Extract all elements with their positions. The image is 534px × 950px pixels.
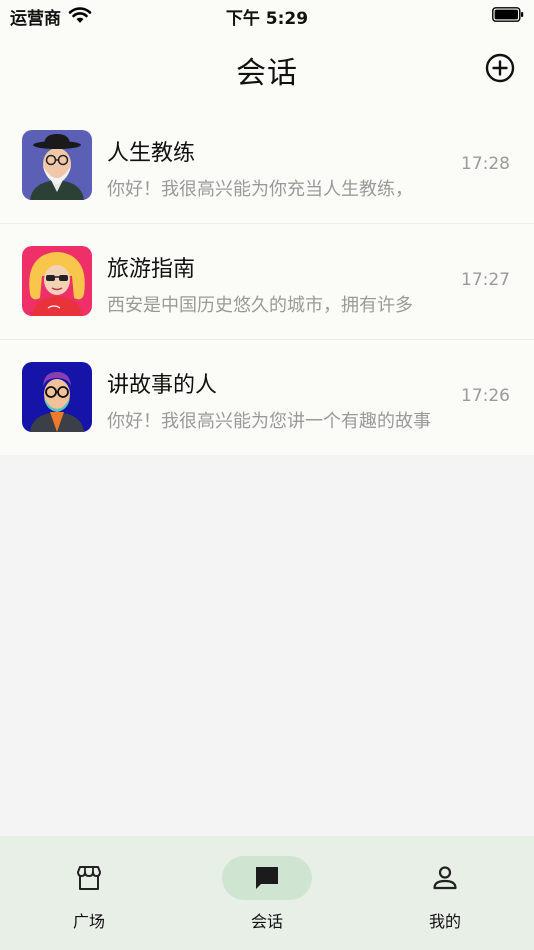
tab-plaza-label: 广场 bbox=[72, 912, 105, 931]
page-title: 会话 bbox=[236, 56, 298, 91]
old-man-avatar bbox=[22, 130, 92, 200]
conversation-name: 讲故事的人 bbox=[107, 373, 218, 398]
tab-mine-label: 我的 bbox=[428, 912, 461, 931]
tab-conversations[interactable]: 会话 bbox=[207, 856, 327, 936]
conversation-time: 17:27 bbox=[461, 270, 510, 290]
tab-plaza[interactable]: 广场 bbox=[29, 856, 149, 936]
conversation-preview: 你好！我很高兴能为您讲一个有趣的故事 bbox=[107, 411, 431, 432]
blonde-woman-avatar bbox=[22, 246, 92, 316]
conversation-item-storyteller[interactable]: 讲故事的人 你好！我很高兴能为您讲一个有趣的故事 17:26 bbox=[0, 340, 534, 455]
tab-conversations-label: 会话 bbox=[250, 912, 283, 931]
conversation-list: 人生教练 你好！我很高兴能为你充当人生教练， 17:28 旅游指南 西安是中国历… bbox=[0, 108, 534, 455]
person-icon bbox=[433, 866, 457, 890]
nav-bar: 会话 bbox=[0, 30, 534, 108]
storefront-icon bbox=[77, 866, 101, 890]
conversation-name: 旅游指南 bbox=[107, 257, 196, 282]
tab-mine[interactable]: 我的 bbox=[385, 856, 505, 936]
conversation-preview: 你好！我很高兴能为你充当人生教练， bbox=[107, 179, 413, 200]
battery-icon bbox=[492, 7, 524, 22]
add-conversation-button[interactable] bbox=[484, 52, 516, 84]
bearded-man-avatar bbox=[22, 362, 92, 432]
tab-plaza-indicator bbox=[44, 856, 134, 900]
conversation-name: 人生教练 bbox=[107, 141, 196, 166]
chat-bubble-icon bbox=[256, 867, 278, 889]
conversation-time: 17:28 bbox=[461, 154, 510, 174]
conversation-item-life-coach[interactable]: 人生教练 你好！我很高兴能为你充当人生教练， 17:28 bbox=[0, 108, 534, 224]
conversation-preview: 西安是中国历史悠久的城市，拥有许多 bbox=[107, 295, 413, 316]
conversation-time: 17:26 bbox=[461, 386, 510, 406]
status-time: 下午 5:29 bbox=[225, 9, 309, 29]
tab-bar: 广场 会话 我的 bbox=[0, 836, 534, 950]
status-bar: 运营商 下午 5:29 bbox=[0, 0, 534, 30]
tab-conversations-indicator bbox=[222, 856, 312, 900]
tab-mine-indicator bbox=[400, 856, 490, 900]
conversation-item-travel-guide[interactable]: 旅游指南 西安是中国历史悠久的城市，拥有许多 17:27 bbox=[0, 224, 534, 340]
